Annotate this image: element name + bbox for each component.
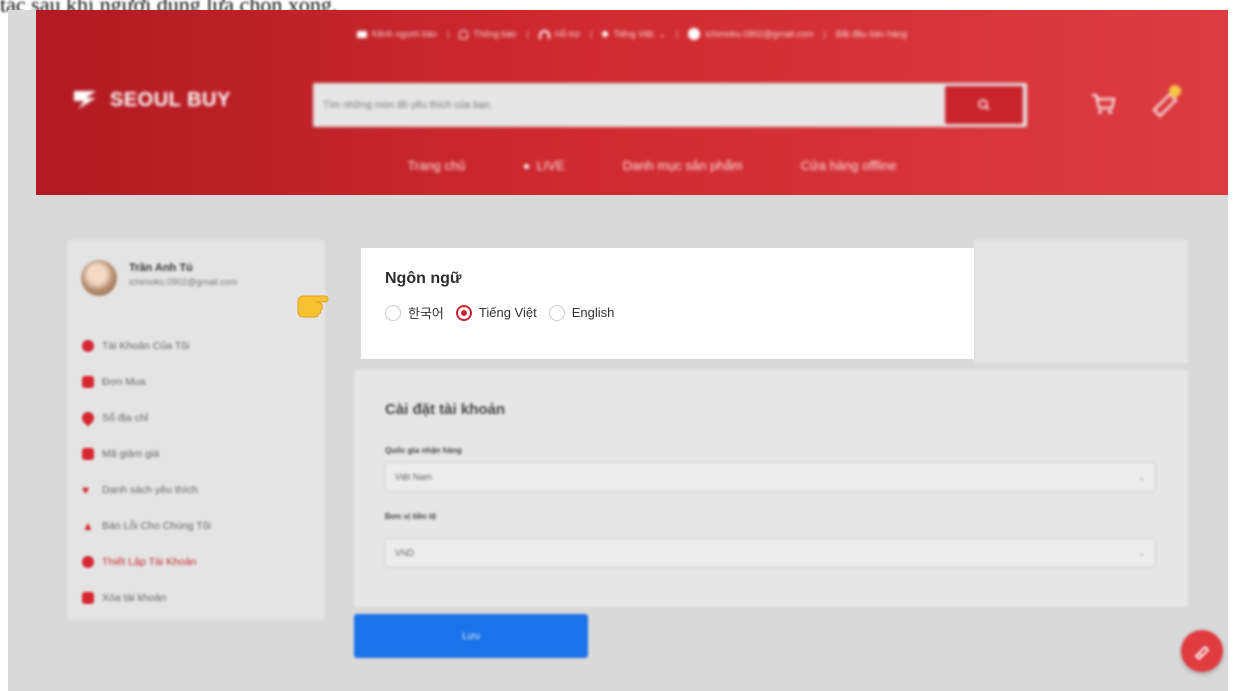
globe-icon <box>602 31 609 37</box>
chevron-down-icon: ⌄ <box>658 28 667 39</box>
radio-english[interactable] <box>548 304 565 321</box>
support-link[interactable]: Hỗ trợ <box>538 29 581 39</box>
promo-icon[interactable] <box>1148 82 1184 118</box>
language-option-korean[interactable]: 한국어 <box>385 303 444 322</box>
search-bar <box>313 83 1027 127</box>
nav-live[interactable]: LIVE <box>523 158 565 173</box>
save-button[interactable]: Lưu <box>354 614 588 658</box>
order-icon <box>82 376 94 388</box>
user-icon <box>82 340 94 352</box>
avatar[interactable] <box>81 260 117 296</box>
main-nav: Trang chủ LIVE Danh mục sản phẩm Cửa hàn… <box>36 158 1228 173</box>
sidebar-menu: Tài Khoản Của Tôi Đơn Mua Sổ địa chỉ Mã … <box>79 328 211 616</box>
bell-icon <box>459 29 469 39</box>
logo-text: SEOUL BUY <box>110 88 231 111</box>
store-icon <box>357 30 367 38</box>
language-title: Ngôn ngữ <box>385 270 462 287</box>
country-label: Quốc gia nhận hàng <box>385 446 462 455</box>
chevron-down-icon: ⌄ <box>1138 473 1145 482</box>
option-label: 한국어 <box>408 306 444 321</box>
chat-icon <box>1194 645 1210 661</box>
search-input[interactable] <box>323 83 923 127</box>
user-account-link[interactable]: ichimoku.0902@gmail.com <box>688 28 814 40</box>
start-selling-link[interactable]: Bắt đầu bán hàng <box>836 29 907 39</box>
nav-home[interactable]: Trang chủ <box>407 158 465 173</box>
radio-korean[interactable] <box>385 304 401 321</box>
profile-name: Trần Anh Tú <box>129 262 193 274</box>
sidebar-item-orders[interactable]: Đơn Mua <box>82 364 211 400</box>
warning-icon: ▲ <box>82 519 94 533</box>
location-icon <box>79 409 97 427</box>
trash-icon <box>82 592 94 604</box>
option-label: English <box>571 305 615 320</box>
seller-channel-label: Kênh người bán <box>372 29 437 39</box>
currency-value: VND <box>395 548 415 558</box>
divider: | <box>676 29 679 39</box>
site-header: Kênh người bán | Thông báo | Hỗ trợ | Ti… <box>36 10 1228 195</box>
sidebar-item-vouchers[interactable]: Mã giảm giá <box>82 436 211 472</box>
cart-icon[interactable] <box>1090 92 1116 116</box>
sidebar-item-my-account[interactable]: Tài Khoản Của Tôi <box>82 328 211 364</box>
top-bar: Kênh người bán | Thông báo | Hỗ trợ | Ti… <box>36 28 1228 40</box>
account-sidebar: Trần Anh Tú ichimoku.0902@gmail.com Tài … <box>67 240 325 620</box>
notifications-link[interactable]: Thông báo <box>459 29 516 39</box>
sidebar-item-label: Báo Lỗi Cho Chúng Tôi <box>102 520 211 532</box>
currency-select[interactable]: VND ⌄ <box>384 538 1156 568</box>
language-option-vietnamese[interactable]: Tiếng Việt <box>455 304 537 321</box>
sidebar-item-label: Tài Khoản Của Tôi <box>102 340 190 352</box>
user-icon <box>688 28 701 40</box>
nav-live-label: LIVE <box>536 158 565 173</box>
sidebar-item-wishlist[interactable]: ♥ Danh sách yêu thích <box>82 472 211 508</box>
chevron-down-icon: ⌄ <box>1138 549 1145 558</box>
settings-icon <box>82 556 94 568</box>
sidebar-item-label: Mã giảm giá <box>102 448 160 460</box>
heart-icon: ♥ <box>82 483 90 497</box>
sidebar-item-label: Sổ địa chỉ <box>102 412 149 424</box>
country-value: Việt Nam <box>395 472 432 482</box>
support-label: Hỗ trợ <box>554 29 581 39</box>
search-button[interactable] <box>945 86 1023 124</box>
sidebar-item-label: Danh sách yêu thích <box>102 484 198 496</box>
start-selling-label: Bắt đầu bán hàng <box>835 29 907 39</box>
voucher-icon <box>82 448 94 460</box>
language-options: 한국어 Tiếng Việt English <box>385 303 618 322</box>
language-dropdown[interactable]: Tiếng Việt ⌄ <box>602 29 666 40</box>
sidebar-item-address-book[interactable]: Sổ địa chỉ <box>79 400 211 436</box>
pointing-hand-icon <box>297 295 329 318</box>
app-window: Kênh người bán | Thông báo | Hỗ trợ | Ti… <box>8 10 1228 691</box>
logo-icon <box>72 88 98 112</box>
sidebar-item-account-settings[interactable]: Thiết Lập Tài Khoản <box>82 544 211 580</box>
nav-offline-store[interactable]: Cửa hàng offline <box>801 158 897 173</box>
search-icon <box>978 99 990 111</box>
language-card-background <box>974 240 1188 363</box>
language-label: Tiếng Việt <box>613 29 654 39</box>
option-label: Tiếng Việt <box>478 305 537 320</box>
seller-channel-link[interactable]: Kênh người bán <box>357 29 437 39</box>
language-option-english[interactable]: English <box>548 304 615 321</box>
divider: | <box>526 29 529 39</box>
divider: | <box>823 29 826 39</box>
sidebar-item-label: Thiết Lập Tài Khoản <box>102 556 197 568</box>
headset-icon <box>538 29 550 39</box>
divider: | <box>590 29 593 39</box>
language-card: Ngôn ngữ 한국어 Tiếng Việt English <box>361 248 974 359</box>
sidebar-item-report-bug[interactable]: ▲ Báo Lỗi Cho Chúng Tôi <box>82 508 211 544</box>
user-email: ichimoku.0902@gmail.com <box>705 29 814 39</box>
notifications-label: Thông báo <box>473 29 517 39</box>
profile-summary: Trần Anh Tú ichimoku.0902@gmail.com <box>81 260 237 296</box>
live-dot-icon <box>523 164 529 170</box>
currency-label: Đơn vị tiền tệ <box>385 512 437 521</box>
sidebar-item-label: Xóa tài khoản <box>102 592 167 604</box>
sidebar-item-delete-account[interactable]: Xóa tài khoản <box>82 580 211 616</box>
sidebar-item-label: Đơn Mua <box>102 376 146 388</box>
profile-email: ichimoku.0902@gmail.com <box>129 277 238 287</box>
site-logo[interactable]: SEOUL BUY <box>72 88 231 112</box>
divider: | <box>446 29 450 39</box>
country-select[interactable]: Việt Nam ⌄ <box>384 462 1156 492</box>
chat-button[interactable] <box>1181 630 1223 672</box>
radio-vietnamese[interactable] <box>455 304 472 321</box>
nav-categories[interactable]: Danh mục sản phẩm <box>623 158 743 173</box>
account-settings-title: Cài đặt tài khoản <box>385 401 506 418</box>
account-settings-card: Cài đặt tài khoản Quốc gia nhận hàng Việ… <box>354 370 1188 607</box>
